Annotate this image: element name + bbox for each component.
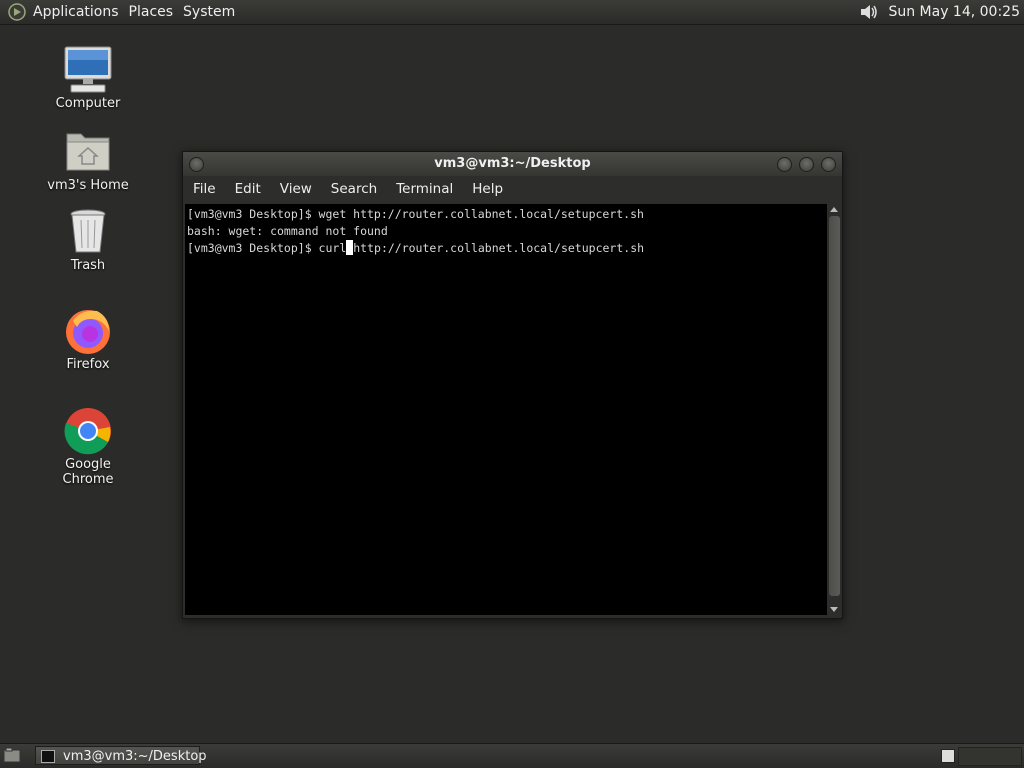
desktop-icon-home[interactable]: vm3's Home (38, 128, 138, 193)
prompt-text: [vm3@vm3 Desktop]$ curl (187, 241, 347, 255)
desktop-icon-chrome[interactable]: Google Chrome (38, 407, 138, 487)
desktop-icon-label: Computer (55, 96, 121, 111)
maximize-button[interactable] (799, 157, 814, 172)
taskbar-item-label: vm3@vm3:~/Desktop (63, 749, 207, 764)
volume-icon[interactable] (858, 1, 880, 23)
close-button[interactable] (821, 157, 836, 172)
menu-edit[interactable]: Edit (235, 181, 261, 197)
top-panel: Applications Places System Sun May 14, 0… (0, 0, 1024, 25)
firefox-icon (66, 310, 110, 354)
input-text: http://router.collabnet.local/setupcert.… (353, 241, 645, 255)
desktop-icon-label: Firefox (66, 357, 110, 372)
chrome-icon (64, 408, 111, 455)
terminal-menubar: File Edit View Search Terminal Help (183, 176, 842, 202)
desktop-icon-label: Google Chrome (62, 457, 114, 487)
taskbar-item-terminal[interactable]: vm3@vm3:~/Desktop (35, 746, 207, 765)
desktop-icon-firefox[interactable]: Firefox (38, 307, 138, 372)
window-titlebar[interactable]: vm3@vm3:~/Desktop (183, 152, 842, 176)
menu-help[interactable]: Help (472, 181, 503, 197)
desktop-icon-computer[interactable]: Computer (38, 46, 138, 111)
terminal-input-line[interactable]: [vm3@vm3 Desktop]$ curl http://router.col… (187, 240, 827, 257)
show-desktop-icon[interactable] (3, 747, 21, 764)
menu-terminal[interactable]: Terminal (396, 181, 453, 197)
window-title: vm3@vm3:~/Desktop (434, 156, 591, 171)
bottom-panel: vm3@vm3:~/Desktop (0, 743, 1024, 768)
terminal-scrollbar[interactable] (828, 204, 841, 615)
home-folder-icon (66, 133, 110, 171)
system-menu[interactable]: System (183, 4, 243, 20)
menu-file[interactable]: File (193, 181, 216, 197)
gnome-foot-icon[interactable] (7, 2, 27, 22)
terminal-window[interactable]: vm3@vm3:~/Desktop File Edit View Search … (182, 151, 843, 619)
desktop-icon-trash[interactable]: Trash (38, 208, 138, 273)
clock[interactable]: Sun May 14, 00:25 (888, 4, 1020, 20)
workspace-switcher[interactable] (941, 749, 955, 763)
scroll-up-icon[interactable] (830, 207, 838, 212)
trash-icon (70, 209, 106, 253)
menu-search[interactable]: Search (331, 181, 377, 197)
menu-view[interactable]: View (280, 181, 312, 197)
terminal-screen[interactable]: [vm3@vm3 Desktop]$ wget http://router.co… (185, 204, 827, 615)
desktop-icon-label: Trash (70, 258, 106, 273)
scroll-down-icon[interactable] (830, 607, 838, 612)
computer-icon (64, 46, 112, 93)
window-menu-button[interactable] (189, 157, 204, 172)
desktop-icon-label: vm3's Home (47, 178, 129, 193)
places-menu[interactable]: Places (129, 4, 182, 20)
workspace-pager[interactable] (958, 747, 1022, 766)
minimize-button[interactable] (777, 157, 792, 172)
scrollbar-thumb[interactable] (829, 216, 840, 596)
terminal-icon (41, 750, 55, 763)
terminal-line: bash: wget: command not found (187, 224, 388, 238)
applications-menu[interactable]: Applications (33, 4, 127, 20)
terminal-line: [vm3@vm3 Desktop]$ wget http://router.co… (187, 207, 644, 221)
